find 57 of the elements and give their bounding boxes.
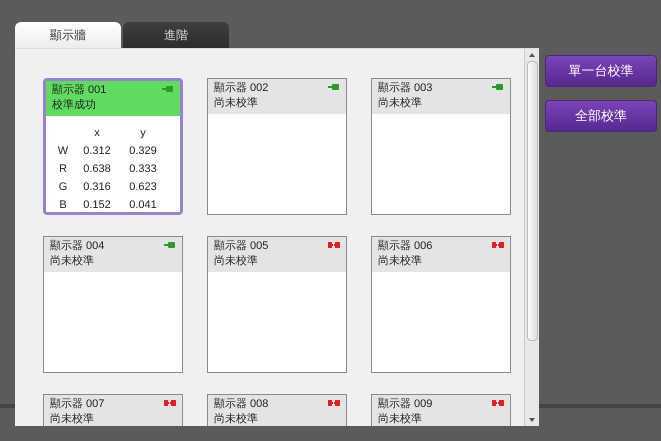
- display-name: 顯示器 001: [52, 83, 106, 98]
- y-value: 0.623: [129, 180, 157, 195]
- calibrate-button[interactable]: 全部校準: [545, 100, 657, 132]
- calibration-status: 尚未校準: [214, 254, 259, 269]
- y-value: 0.329: [129, 144, 157, 159]
- plug-disconnected-icon: [492, 241, 504, 249]
- calibration-status: 尚未校準: [378, 96, 423, 111]
- scrollbar[interactable]: [524, 49, 539, 426]
- display-name: 顯示器 005: [214, 239, 268, 254]
- plug-disconnected-icon: [328, 399, 340, 407]
- tab[interactable]: 進階: [123, 22, 229, 48]
- tab[interactable]: 顯示牆: [15, 22, 121, 48]
- display-name: 顯示器 007: [50, 397, 104, 412]
- display-card[interactable]: 顯示器 009 尚未校準: [371, 394, 511, 426]
- y-value: 0.333: [129, 162, 157, 177]
- y-value: 0.041: [129, 198, 157, 213]
- calibration-status: 校準成功: [52, 98, 97, 113]
- plug-connected-icon: [492, 83, 504, 91]
- channel-label: W: [58, 144, 68, 159]
- display-name: 顯示器 004: [50, 239, 104, 254]
- display-name: 顯示器 008: [214, 397, 268, 412]
- x-value: 0.316: [83, 180, 111, 195]
- display-card[interactable]: 顯示器 007 尚未校準: [43, 394, 183, 426]
- calibration-status: 尚未校準: [378, 254, 423, 269]
- column-header: x: [94, 126, 100, 141]
- display-card[interactable]: 顯示器 001 校準成功 x y W 0.312 0.329 R 0.638 0.333 G 0.316 0.623 B 0.152 0.041: [43, 78, 183, 215]
- display-card[interactable]: 顯示器 003 尚未校準: [371, 78, 511, 215]
- calibrate-button[interactable]: 單一台校準: [545, 55, 657, 87]
- display-card[interactable]: 顯示器 005 尚未校準: [207, 236, 347, 373]
- channel-label: R: [59, 162, 67, 177]
- plug-connected-icon: [328, 83, 340, 91]
- x-value: 0.152: [83, 198, 111, 213]
- calibration-status: 尚未校準: [50, 254, 95, 269]
- display-name: 顯示器 002: [214, 81, 268, 96]
- channel-label: G: [58, 180, 68, 195]
- x-value: 0.638: [83, 162, 111, 177]
- display-card[interactable]: 顯示器 008 尚未校準: [207, 394, 347, 426]
- display-card[interactable]: 顯示器 002 尚未校準: [207, 78, 347, 215]
- plug-disconnected-icon: [492, 399, 504, 407]
- column-header: y: [140, 126, 146, 141]
- channel-label: B: [59, 198, 67, 213]
- plug-connected-icon: [164, 241, 176, 249]
- calibration-status: 尚未校準: [378, 412, 423, 426]
- display-name: 顯示器 003: [378, 81, 432, 96]
- calibration-status: 尚未校準: [214, 96, 259, 111]
- display-name: 顯示器 009: [378, 397, 432, 412]
- plug-disconnected-icon: [328, 241, 340, 249]
- calibration-status: 尚未校準: [50, 412, 95, 426]
- display-name: 顯示器 006: [378, 239, 432, 254]
- scroll-down-icon[interactable]: [529, 418, 535, 422]
- display-card[interactable]: 顯示器 006 尚未校準: [371, 236, 511, 373]
- calibration-status: 尚未校準: [214, 412, 259, 426]
- scroll-up-icon[interactable]: [529, 53, 535, 57]
- x-value: 0.312: [83, 144, 111, 159]
- plug-connected-icon: [162, 85, 174, 93]
- display-card[interactable]: 顯示器 004 尚未校準: [43, 236, 183, 373]
- plug-disconnected-icon: [164, 399, 176, 407]
